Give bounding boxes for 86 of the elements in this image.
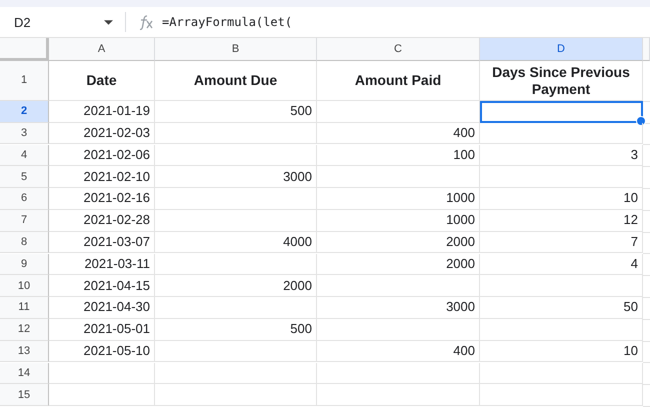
active-cell[interactable] — [480, 101, 643, 123]
table-cell[interactable] — [480, 122, 643, 144]
table-cell[interactable]: 2021-02-06 — [49, 144, 155, 166]
table-cell[interactable]: 2021-02-16 — [49, 188, 155, 210]
column-header[interactable]: B — [155, 38, 317, 61]
table-cell[interactable] — [49, 384, 155, 406]
table-cell[interactable]: 10 — [480, 188, 643, 210]
formula-field[interactable]: =ArrayFormula(let( — [162, 15, 292, 29]
table-cell[interactable]: 1000 — [317, 188, 480, 210]
row-header[interactable]: 15 — [0, 384, 49, 406]
function-icon — [138, 14, 154, 30]
column-header[interactable] — [643, 38, 650, 61]
table-cell[interactable] — [317, 362, 480, 384]
table-cell[interactable]: 2021-03-07 — [49, 232, 155, 254]
table-cell[interactable] — [155, 122, 317, 144]
table-cell[interactable]: 2021-02-28 — [49, 210, 155, 232]
table-cell[interactable]: 10 — [480, 340, 643, 362]
table-cell[interactable]: 1000 — [317, 210, 480, 232]
table-cell[interactable]: 3000 — [317, 297, 480, 319]
table-cell[interactable]: 400 — [317, 340, 480, 362]
fill-handle[interactable] — [636, 116, 646, 126]
table-cell[interactable]: 4000 — [155, 232, 317, 254]
table-cell[interactable] — [155, 384, 317, 406]
table-cell[interactable] — [49, 362, 155, 384]
table-cell[interactable] — [317, 318, 480, 341]
table-cell[interactable]: Amount Paid — [317, 61, 480, 101]
table-cell[interactable]: 400 — [317, 122, 480, 144]
table-cell[interactable]: 7 — [480, 232, 643, 254]
table-cell[interactable]: 50 — [480, 297, 643, 319]
table-cell[interactable]: 2021-03-11 — [49, 254, 155, 276]
row-header[interactable]: 14 — [0, 362, 49, 384]
table-cell[interactable]: 2021-04-15 — [49, 275, 155, 297]
table-cell[interactable]: 2000 — [317, 254, 480, 276]
table-cell[interactable] — [155, 297, 317, 319]
column-header[interactable]: D — [480, 38, 643, 61]
table-cell[interactable] — [155, 144, 317, 166]
row-header[interactable]: 10 — [0, 275, 49, 297]
table-cell[interactable] — [155, 362, 317, 384]
table-cell[interactable] — [317, 101, 480, 123]
table-cell[interactable]: 2021-01-19 — [49, 101, 155, 123]
table-cell[interactable]: 4 — [480, 254, 643, 276]
table-cell[interactable]: 3000 — [155, 166, 317, 188]
row-header[interactable]: 1 — [0, 61, 49, 101]
row-header[interactable]: 9 — [0, 254, 49, 276]
row-header[interactable]: 11 — [0, 297, 49, 319]
table-cell[interactable]: 3 — [480, 144, 643, 166]
select-all-corner[interactable] — [0, 38, 49, 61]
table-cell[interactable] — [155, 188, 317, 210]
row-header[interactable]: 4 — [0, 144, 49, 166]
row-header[interactable]: 6 — [0, 188, 49, 210]
table-cell[interactable] — [480, 318, 643, 341]
table-cell[interactable]: 12 — [480, 210, 643, 232]
table-cell[interactable] — [480, 166, 643, 188]
table-cell[interactable] — [480, 275, 643, 297]
row-header[interactable]: 7 — [0, 210, 49, 232]
table-cell[interactable] — [155, 340, 317, 362]
table-cell[interactable]: 2021-04-30 — [49, 297, 155, 319]
table-cell[interactable]: 500 — [155, 318, 317, 341]
row-header[interactable]: 13 — [0, 340, 49, 362]
table-cell[interactable]: 2021-02-10 — [49, 166, 155, 188]
row-header[interactable]: 8 — [0, 232, 49, 254]
table-cell[interactable]: 2000 — [317, 232, 480, 254]
name-box[interactable]: D2 — [0, 14, 104, 30]
table-cell[interactable]: 2021-02-03 — [49, 122, 155, 144]
row-header[interactable]: 2 — [0, 101, 49, 123]
caret-icon[interactable] — [104, 20, 113, 24]
column-header[interactable]: C — [317, 38, 480, 61]
table-cell[interactable]: 100 — [317, 144, 480, 166]
row-header[interactable]: 12 — [0, 318, 49, 341]
table-cell[interactable]: 2021-05-10 — [49, 340, 155, 362]
table-cell[interactable] — [480, 362, 643, 384]
table-cell[interactable]: Date — [49, 61, 155, 101]
table-cell[interactable] — [155, 254, 317, 276]
table-cell[interactable] — [317, 166, 480, 188]
table-cell[interactable]: 2000 — [155, 275, 317, 297]
table-cell[interactable] — [317, 275, 480, 297]
table-cell[interactable]: Days Since Previous Payment — [480, 61, 643, 101]
table-cell[interactable]: Amount Due — [155, 61, 317, 101]
table-cell[interactable]: 2021-05-01 — [49, 318, 155, 341]
row-header[interactable]: 5 — [0, 166, 49, 188]
column-header[interactable]: A — [49, 38, 155, 61]
table-cell[interactable] — [155, 210, 317, 232]
table-cell[interactable] — [480, 384, 643, 406]
row-header[interactable]: 3 — [0, 122, 49, 144]
table-cell[interactable]: 500 — [155, 101, 317, 123]
table-cell[interactable] — [317, 384, 480, 406]
